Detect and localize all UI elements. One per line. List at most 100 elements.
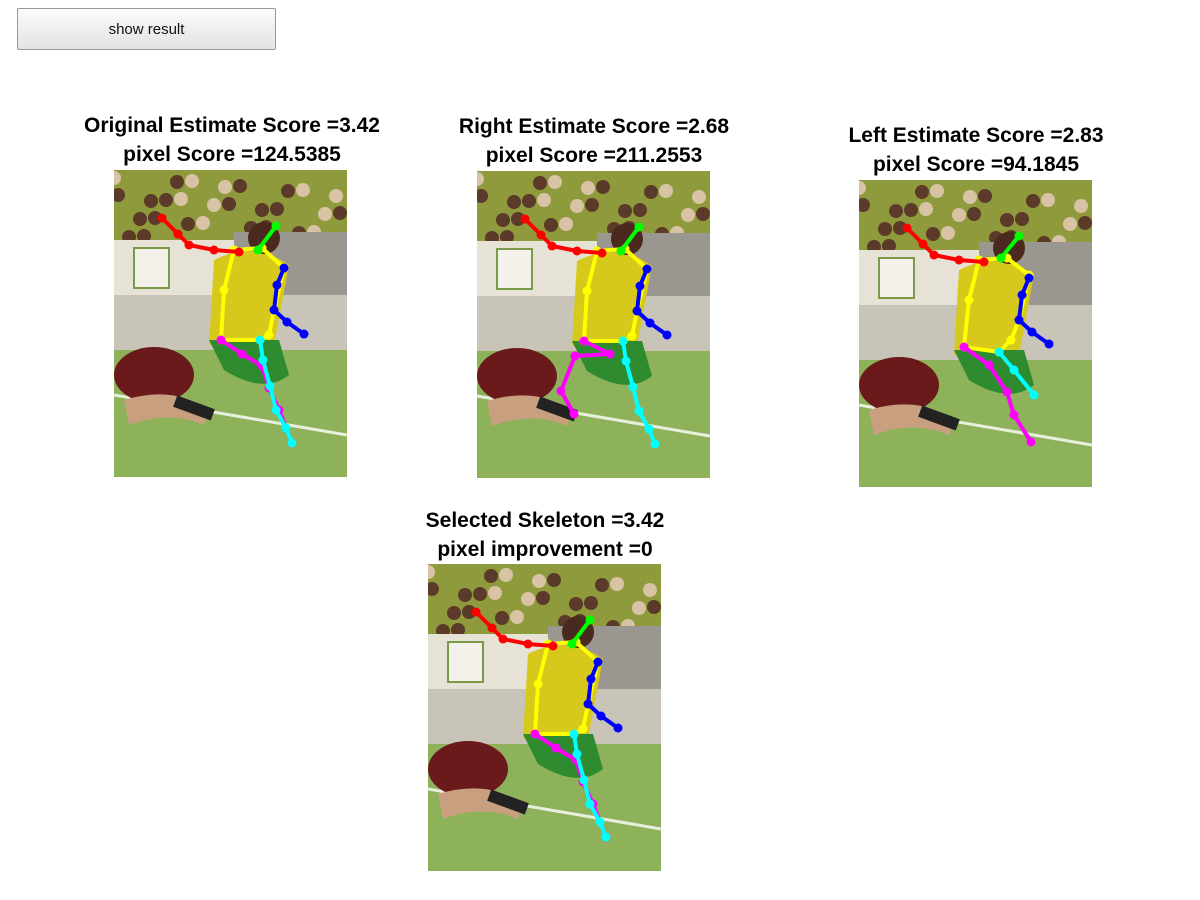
joint-right-arm [471, 607, 481, 617]
joint-head [253, 245, 263, 255]
right-pixel-score: pixel Score =211.2553 [485, 144, 703, 167]
joint-right-leg [1026, 437, 1036, 447]
left-pixel-score: pixel Score =94.1845 [872, 153, 1080, 176]
joint-right-arm [918, 239, 928, 249]
joint-left-arm [642, 264, 652, 274]
joint-right-arm [572, 246, 582, 256]
joint-right-leg [959, 342, 969, 352]
joint-right-leg [1009, 410, 1019, 420]
joint-right-arm [979, 257, 989, 267]
joint-right-arm [498, 634, 508, 644]
joint-right-leg [530, 729, 540, 739]
pose-image-left [859, 180, 1092, 487]
joint-left-leg [255, 335, 265, 345]
panel-title-original: Original Estimate Score =3.42 pixel Scor… [84, 111, 380, 169]
joint-left-arm [1014, 315, 1024, 325]
joint-left-arm [299, 329, 309, 339]
joint-right-arm [954, 255, 964, 265]
joint-torso [219, 285, 229, 295]
joint-left-arm [632, 306, 642, 316]
joint-right-arm [520, 214, 530, 224]
joint-left-arm [635, 281, 645, 291]
joint-left-leg [1009, 365, 1019, 375]
joint-right-leg [216, 335, 226, 345]
show-result-button[interactable]: show result [17, 8, 276, 50]
joint-left-leg [271, 405, 281, 415]
joint-left-leg [601, 832, 611, 842]
joint-left-arm [1044, 339, 1054, 349]
joint-torso [964, 295, 974, 305]
joint-left-arm [583, 699, 593, 709]
joint-left-leg [569, 729, 579, 739]
joint-head [271, 221, 281, 231]
joint-left-leg [644, 424, 654, 434]
joint-right-leg [569, 409, 579, 419]
joint-right-arm [157, 213, 167, 223]
joint-torso [578, 724, 588, 734]
joint-left-leg [618, 336, 628, 346]
joint-right-arm [548, 641, 558, 651]
joint-right-leg [551, 743, 561, 753]
joint-right-arm [184, 240, 194, 250]
right-estimate-score: Right Estimate Score =2.68 [458, 115, 730, 138]
joint-left-arm [662, 330, 672, 340]
joint-left-arm [596, 711, 606, 721]
joint-left-leg [287, 438, 297, 448]
joint-right-arm [487, 623, 497, 633]
joint-left-leg [628, 382, 638, 392]
joint-right-leg [237, 349, 247, 359]
joint-left-arm [613, 723, 623, 733]
joint-head [567, 639, 577, 649]
left-estimate-score: Left Estimate Score =2.83 [848, 124, 1104, 147]
joint-head [1014, 231, 1024, 241]
joint-head [634, 222, 644, 232]
pose-image-selected [428, 564, 661, 871]
joint-left-arm [282, 317, 292, 327]
joint-right-arm [536, 230, 546, 240]
joint-torso [582, 286, 592, 296]
joint-left-arm [1017, 290, 1027, 300]
joint-left-leg [634, 406, 644, 416]
selected-pixel-improvement: pixel improvement =0 [437, 538, 653, 561]
joint-right-arm [234, 247, 244, 257]
original-pixel-score: pixel Score =124.5385 [123, 143, 341, 166]
joint-left-leg [650, 439, 660, 449]
panel-title-selected: Selected Skeleton =3.42 pixel improvemen… [426, 506, 665, 564]
joint-right-arm [209, 245, 219, 255]
joint-left-leg [1029, 390, 1039, 400]
joint-left-leg [585, 799, 595, 809]
joint-left-arm [279, 263, 289, 273]
joint-torso [627, 331, 637, 341]
joint-head [585, 615, 595, 625]
joint-right-arm [547, 241, 557, 251]
joint-left-leg [595, 817, 605, 827]
joint-right-leg [556, 386, 566, 396]
pose-image-right [477, 171, 710, 478]
joint-left-arm [272, 280, 282, 290]
joint-right-arm [173, 229, 183, 239]
joint-right-leg [579, 336, 589, 346]
joint-right-arm [902, 223, 912, 233]
joint-right-leg [984, 360, 994, 370]
joint-left-arm [1024, 273, 1034, 283]
panel-title-left: Left Estimate Score =2.83 pixel Score =9… [848, 121, 1103, 179]
joint-torso [264, 330, 274, 340]
joint-left-leg [994, 347, 1004, 357]
joint-right-arm [597, 248, 607, 258]
joint-left-arm [593, 657, 603, 667]
joint-head [996, 253, 1006, 263]
joint-head [616, 246, 626, 256]
original-estimate-score: Original Estimate Score =3.42 [84, 114, 380, 137]
joint-left-arm [1027, 327, 1037, 337]
joint-left-leg [258, 355, 268, 365]
joint-torso [1006, 335, 1016, 345]
pose-image-original [114, 170, 347, 477]
joint-left-arm [269, 305, 279, 315]
selected-skeleton-score: Selected Skeleton =3.42 [425, 509, 665, 532]
panel-title-right: Right Estimate Score =2.68 pixel Score =… [459, 112, 729, 170]
joint-left-leg [572, 749, 582, 759]
joint-left-arm [586, 674, 596, 684]
joint-left-leg [621, 356, 631, 366]
joint-right-leg [605, 349, 615, 359]
joint-right-leg [1002, 387, 1012, 397]
